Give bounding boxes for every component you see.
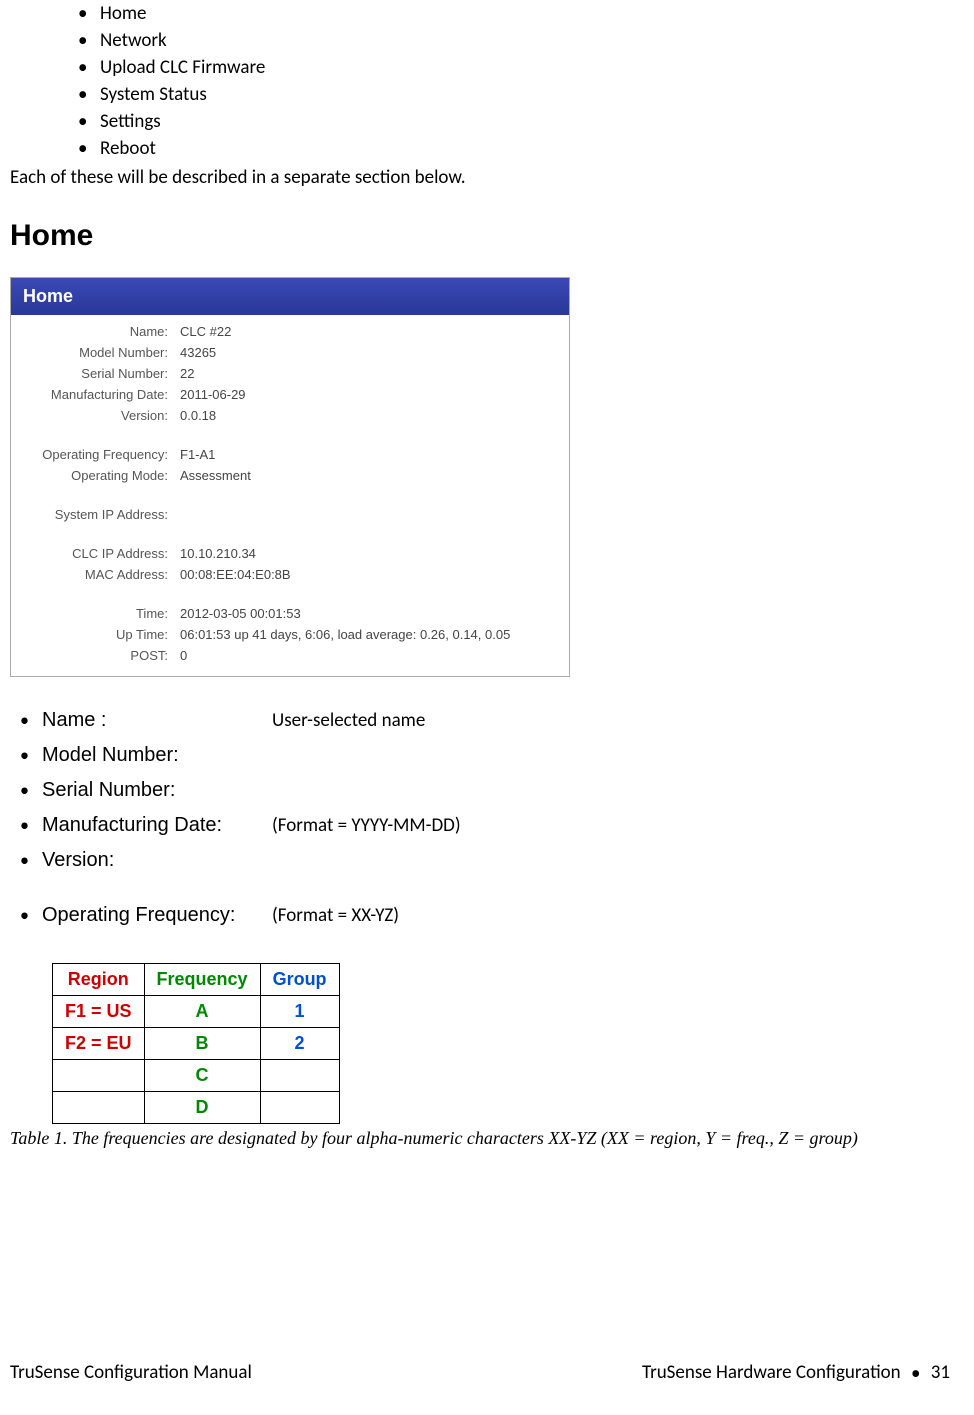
kv-row: Serial Number:22 <box>25 363 555 384</box>
field-name: Name :User-selected name <box>42 703 964 738</box>
td-group: 1 <box>260 996 339 1028</box>
kv-row: CLC IP Address:10.10.210.34 <box>25 543 555 564</box>
field-label: Operating Frequency: <box>42 904 272 927</box>
th-frequency: Frequency <box>144 964 260 996</box>
td-region <box>53 1060 145 1092</box>
footer-page-number: 31 <box>931 1361 950 1384</box>
kv-value: CLC #22 <box>180 321 231 342</box>
kv-label: CLC IP Address: <box>25 543 180 564</box>
td-frequency: A <box>144 996 260 1028</box>
kv-row: Operating Frequency:F1-A1 <box>25 444 555 465</box>
kv-value: 2012-03-05 00:01:53 <box>180 603 301 624</box>
field-label: Name : <box>42 709 272 732</box>
kv-row: Model Number:43265 <box>25 342 555 363</box>
field-version: Version: <box>42 843 964 878</box>
footer-right: TruSense Hardware Configuration • 31 <box>642 1361 950 1385</box>
kv-label: POST: <box>25 645 180 666</box>
field-operating-frequency: Operating Frequency:(Format = XX-YZ) <box>42 898 964 933</box>
bullet-icon: • <box>911 1362 920 1385</box>
kv-label: Operating Mode: <box>25 465 180 486</box>
kv-label: MAC Address: <box>25 564 180 585</box>
td-group: 2 <box>260 1028 339 1060</box>
kv-row: Manufacturing Date:2011-06-29 <box>25 384 555 405</box>
page-footer: TruSense Configuration Manual TruSense H… <box>10 1361 950 1385</box>
table-row: F2 = EU B 2 <box>53 1028 340 1060</box>
field-definition-list: Name :User-selected name Model Number: S… <box>10 703 964 878</box>
td-frequency: C <box>144 1060 260 1092</box>
kv-value: 0 <box>180 645 187 666</box>
list-item: Settings <box>100 108 964 135</box>
kv-value: 22 <box>180 363 194 384</box>
frequency-table: Region Frequency Group F1 = US A 1 F2 = … <box>52 963 340 1124</box>
kv-row: Operating Mode:Assessment <box>25 465 555 486</box>
kv-label: Name: <box>25 321 180 342</box>
footer-left: TruSense Configuration Manual <box>10 1361 252 1385</box>
kv-label: Operating Frequency: <box>25 444 180 465</box>
home-card-title: Home <box>11 278 569 315</box>
kv-row: MAC Address:00:08:EE:04:E0:8B <box>25 564 555 585</box>
kv-value: 43265 <box>180 342 216 363</box>
th-group: Group <box>260 964 339 996</box>
table-caption: Table 1. The frequencies are designated … <box>10 1128 964 1149</box>
field-serial-number: Serial Number: <box>42 773 964 808</box>
kv-label: Time: <box>25 603 180 624</box>
kv-row: System IP Address: <box>25 504 555 525</box>
td-frequency: B <box>144 1028 260 1060</box>
kv-value: F1-A1 <box>180 444 215 465</box>
table-row: D <box>53 1092 340 1124</box>
td-region <box>53 1092 145 1124</box>
kv-label: Model Number: <box>25 342 180 363</box>
kv-row: Time:2012-03-05 00:01:53 <box>25 603 555 624</box>
home-card-body: Name:CLC #22 Model Number:43265 Serial N… <box>11 315 569 676</box>
field-desc: (Format = YYYY-MM-DD) <box>272 814 461 837</box>
field-label: Model Number: <box>42 744 272 767</box>
field-manufacturing-date: Manufacturing Date:(Format = YYYY-MM-DD) <box>42 808 964 843</box>
nav-bullet-list: Home Network Upload CLC Firmware System … <box>10 0 964 162</box>
kv-value: 0.0.18 <box>180 405 216 426</box>
kv-value: 00:08:EE:04:E0:8B <box>180 564 291 585</box>
table-row: C <box>53 1060 340 1092</box>
field-desc: User-selected name <box>272 709 425 732</box>
kv-value: 06:01:53 up 41 days, 6:06, load average:… <box>180 624 510 645</box>
kv-label: Version: <box>25 405 180 426</box>
field-label: Serial Number: <box>42 779 272 802</box>
section-heading-home: Home <box>10 219 964 253</box>
field-label: Manufacturing Date: <box>42 814 272 837</box>
list-item: Reboot <box>100 135 964 162</box>
kv-label: System IP Address: <box>25 504 180 525</box>
footer-section: TruSense Hardware Configuration <box>642 1361 901 1384</box>
kv-value: 2011-06-29 <box>180 384 246 405</box>
kv-value: Assessment <box>180 465 251 486</box>
list-item: Home <box>100 0 964 27</box>
kv-label: Serial Number: <box>25 363 180 384</box>
kv-row: Up Time:06:01:53 up 41 days, 6:06, load … <box>25 624 555 645</box>
list-item: Network <box>100 27 964 54</box>
td-region: F2 = EU <box>53 1028 145 1060</box>
table-row: F1 = US A 1 <box>53 996 340 1028</box>
field-definition-list-2: Operating Frequency:(Format = XX-YZ) <box>10 898 964 933</box>
td-group <box>260 1092 339 1124</box>
list-item: System Status <box>100 81 964 108</box>
field-model-number: Model Number: <box>42 738 964 773</box>
home-info-card: Home Name:CLC #22 Model Number:43265 Ser… <box>10 277 570 677</box>
th-region: Region <box>53 964 145 996</box>
td-region: F1 = US <box>53 996 145 1028</box>
kv-row: Name:CLC #22 <box>25 321 555 342</box>
kv-row: Version:0.0.18 <box>25 405 555 426</box>
field-label: Version: <box>42 849 272 872</box>
table-header-row: Region Frequency Group <box>53 964 340 996</box>
kv-label: Manufacturing Date: <box>25 384 180 405</box>
td-group <box>260 1060 339 1092</box>
kv-row: POST:0 <box>25 645 555 666</box>
list-item: Upload CLC Firmware <box>100 54 964 81</box>
field-desc: (Format = XX-YZ) <box>272 904 399 927</box>
kv-label: Up Time: <box>25 624 180 645</box>
td-frequency: D <box>144 1092 260 1124</box>
intro-paragraph: Each of these will be described in a sep… <box>10 166 964 189</box>
kv-value: 10.10.210.34 <box>180 543 256 564</box>
